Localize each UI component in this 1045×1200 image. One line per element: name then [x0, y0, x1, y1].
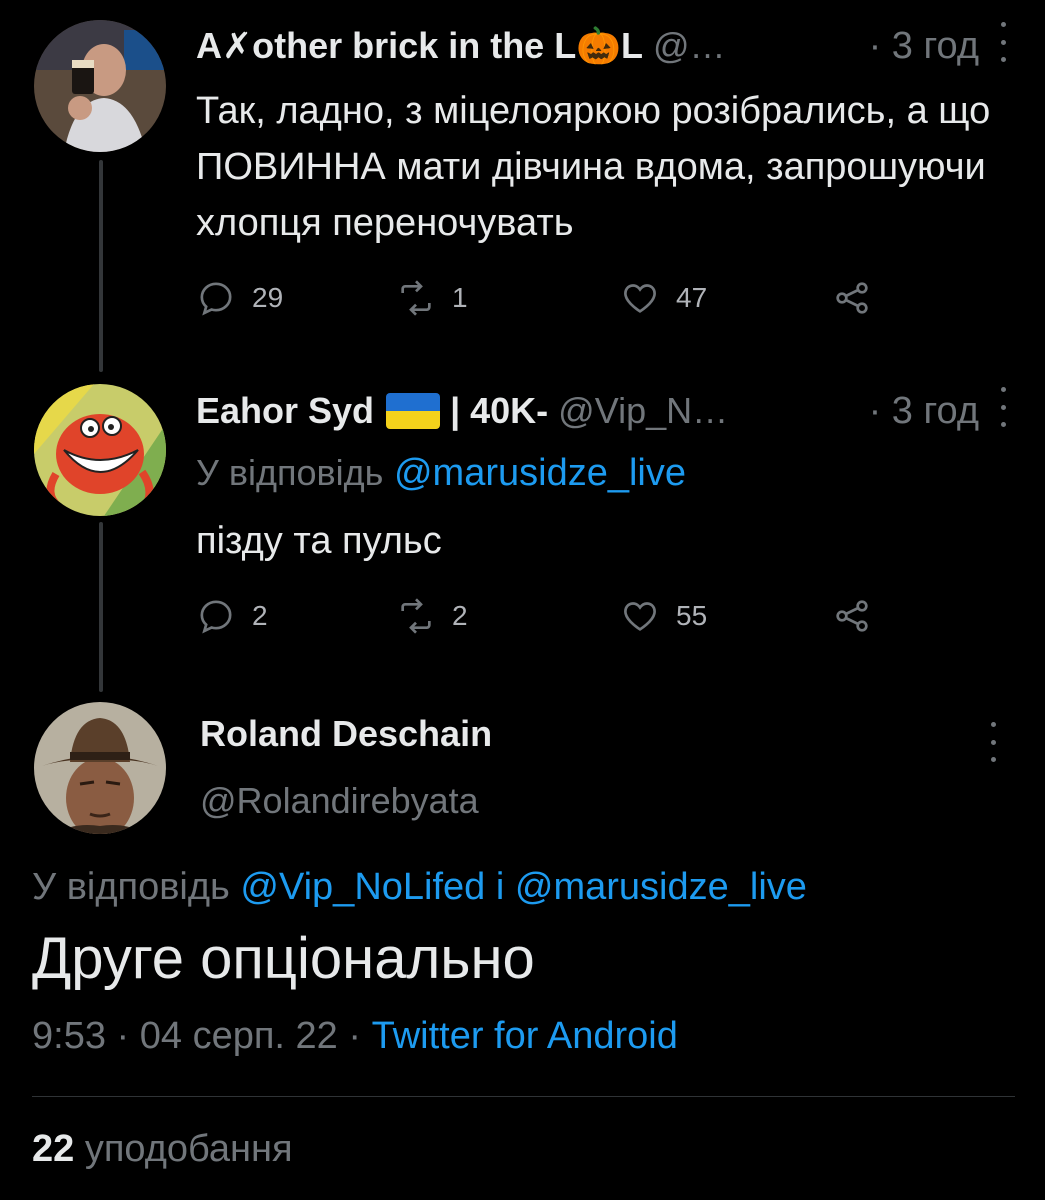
retweet-button[interactable]: 1: [396, 268, 468, 328]
display-name[interactable]: Eahor Syd: [196, 390, 374, 432]
more-icon[interactable]: [985, 722, 1001, 762]
reply-button[interactable]: 2: [196, 586, 268, 646]
ukraine-flag-icon: [386, 393, 441, 429]
like-icon: [624, 284, 656, 313]
reply-join: і: [495, 866, 505, 908]
avatar[interactable]: [34, 384, 166, 516]
retweet-button[interactable]: 2: [396, 586, 468, 646]
tweet-text: Так, ладно, з міцелояркою розібрались, а…: [196, 90, 991, 244]
likes-label: уподобання: [84, 1128, 293, 1170]
display-name-suffix[interactable]: | 40K-: [450, 390, 548, 432]
reply-button[interactable]: 29: [196, 268, 283, 328]
meta-separator: ·: [348, 1015, 362, 1057]
thread-line: [99, 522, 103, 692]
tweet-date[interactable]: 04 серп. 22: [140, 1015, 338, 1057]
tweet-actions: 2 2 55: [196, 586, 886, 646]
timestamp[interactable]: · 3 год: [869, 390, 979, 433]
like-count: 47: [676, 282, 708, 313]
tweet-meta: 9:53 · 04 серп. 22 · Twitter for Android: [32, 1015, 678, 1058]
handle[interactable]: @…: [653, 25, 726, 67]
retweet-count: 2: [452, 600, 468, 631]
tweet-text: Друге опціонально: [32, 926, 535, 991]
retweet-icon: [401, 598, 431, 634]
reply-icon: [200, 600, 232, 634]
like-button[interactable]: 47: [620, 268, 707, 328]
mention-link[interactable]: @marusidze_live: [515, 866, 807, 908]
display-name[interactable]: Roland Deschain: [200, 713, 492, 755]
retweet-count: 1: [452, 282, 468, 313]
divider: [32, 1096, 1015, 1097]
tweet-time[interactable]: 9:53: [32, 1015, 106, 1057]
reply-count: 2: [252, 600, 268, 631]
handle[interactable]: @Rolandirebyata: [200, 780, 479, 822]
reply-context: У відповідь @Vip_NoLifed і @marusidze_li…: [32, 866, 807, 909]
likes-count: 22: [32, 1128, 75, 1170]
mention-link[interactable]: @Vip_NoLifed: [240, 866, 485, 908]
mention-link[interactable]: @marusidze_live: [394, 452, 686, 494]
reply-label: У відповідь: [32, 866, 230, 908]
share-button[interactable]: [832, 586, 872, 646]
share-icon: [836, 282, 868, 314]
like-button[interactable]: 55: [620, 586, 707, 646]
more-icon[interactable]: [995, 387, 1011, 427]
more-icon[interactable]: [995, 22, 1011, 62]
share-button[interactable]: [832, 268, 872, 328]
handle[interactable]: @Vip_N…: [558, 390, 728, 432]
avatar[interactable]: [34, 702, 166, 834]
meta-separator: ·: [116, 1015, 130, 1057]
like-icon: [624, 602, 656, 631]
tweet-text: пізду та пульс: [196, 520, 442, 562]
reply-context: У відповідь @marusidze_live: [196, 445, 1005, 501]
like-count: 55: [676, 600, 708, 631]
timestamp[interactable]: · 3 год: [869, 25, 979, 68]
reply-icon: [200, 282, 232, 316]
tweet-actions: 29 1 47: [196, 268, 886, 328]
display-name[interactable]: A✗other brick in the L🎃L: [196, 25, 643, 67]
retweet-icon: [401, 280, 431, 316]
share-icon: [836, 600, 868, 632]
likes-summary[interactable]: 22 уподобання: [32, 1128, 293, 1171]
reply-label: У відповідь: [196, 452, 384, 493]
reply-count: 29: [252, 282, 284, 313]
avatar[interactable]: [34, 20, 166, 152]
thread-line: [99, 160, 103, 372]
client-link[interactable]: Twitter for Android: [372, 1015, 678, 1057]
